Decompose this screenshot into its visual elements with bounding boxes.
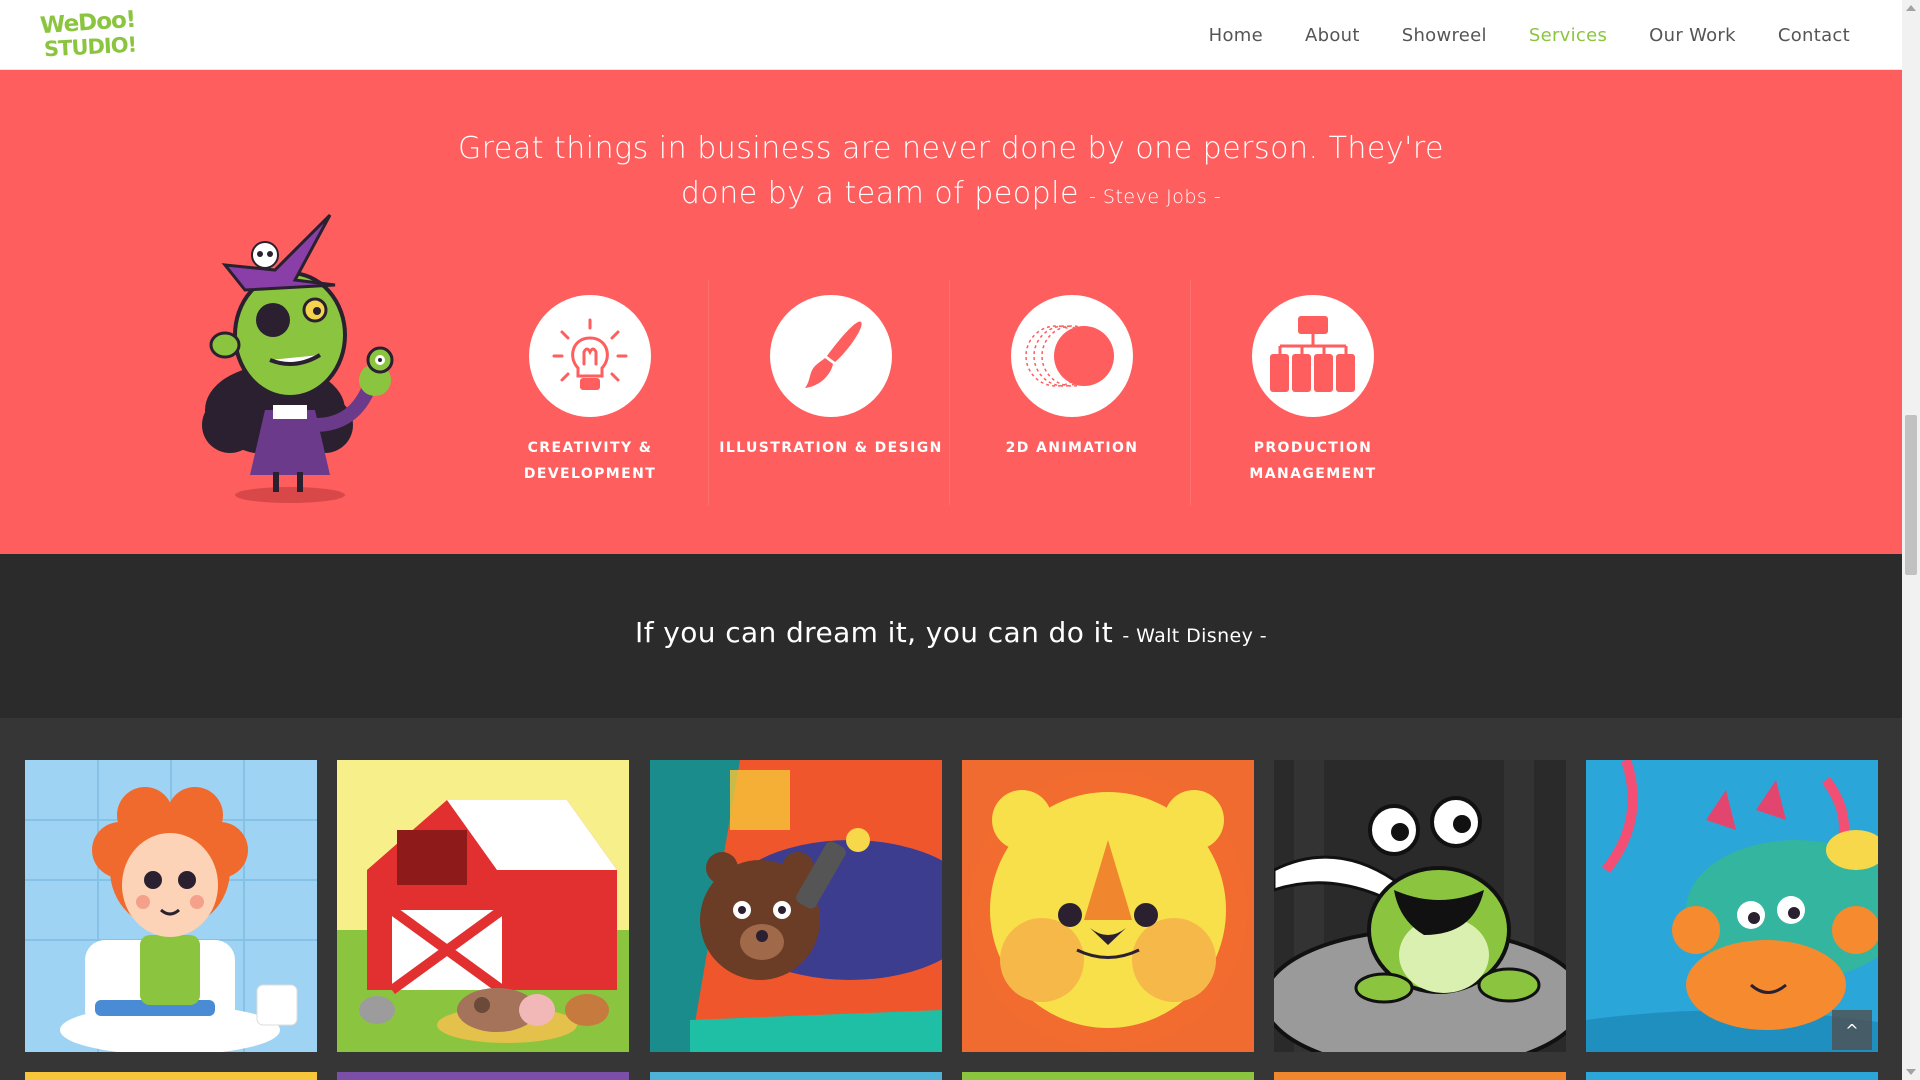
gallery-tile-row2[interactable] — [337, 1072, 629, 1080]
gallery-tile-row2[interactable] — [1274, 1072, 1566, 1080]
potty-boy-illustration — [25, 760, 317, 1052]
service-label: PRODUCTION MANAGEMENT — [1193, 435, 1433, 487]
wedoo-studio-logo[interactable]: WeDoo! STUDIO! — [38, 7, 137, 62]
service-label-line-1: ILLUSTRATION & DESIGN — [719, 440, 943, 456]
bear-flashlight-illustration — [650, 760, 942, 1052]
service-circle — [1011, 295, 1133, 417]
witch-character-illustration — [202, 213, 394, 503]
frog-illustration — [1274, 760, 1566, 1052]
service-label-line-1: 2D ANIMATION — [1005, 440, 1139, 456]
service-production[interactable]: PRODUCTION MANAGEMENT — [1193, 295, 1433, 487]
page-scrollbar[interactable] — [1902, 0, 1920, 1080]
scroll-to-top-button[interactable]: ^ — [1832, 1010, 1872, 1050]
service-divider — [1190, 280, 1191, 505]
service-label: 2D ANIMATION — [952, 435, 1192, 461]
gallery-tile-crab[interactable] — [1586, 760, 1878, 1052]
farm-barn-illustration — [337, 760, 629, 1052]
services-section: Great things in business are never done … — [0, 70, 1902, 554]
animation-icon — [1025, 325, 1114, 387]
service-label: CREATIVITY & DEVELOPMENT — [470, 435, 710, 487]
service-label-line-2: MANAGEMENT — [1249, 466, 1377, 482]
service-label-line-1: PRODUCTION — [1253, 440, 1373, 456]
org-chart-icon — [1270, 316, 1355, 392]
scroll-down-arrow-icon[interactable] — [1906, 1069, 1916, 1075]
service-label: ILLUSTRATION & DESIGN — [711, 435, 951, 461]
disney-quote: If you can dream it, you can do it - Wal… — [0, 616, 1902, 649]
gallery-tile-row2[interactable] — [962, 1072, 1254, 1080]
nav-showreel[interactable]: Showreel — [1402, 25, 1487, 46]
lion-face-illustration — [962, 760, 1254, 1052]
chevron-up-icon: ^ — [1845, 1020, 1859, 1040]
service-circle — [770, 295, 892, 417]
nav-contact[interactable]: Contact — [1778, 25, 1850, 46]
portfolio-gallery — [0, 718, 1902, 1080]
gallery-tile-frog[interactable] — [1274, 760, 1566, 1052]
nav-about[interactable]: About — [1305, 25, 1360, 46]
service-circle — [529, 295, 651, 417]
quote-band: If you can dream it, you can do it - Wal… — [0, 554, 1902, 718]
gallery-tile-farm-barn[interactable] — [337, 760, 629, 1052]
service-label-line-1: CREATIVITY & — [527, 440, 653, 456]
gallery-tile-lion[interactable] — [962, 760, 1254, 1052]
nav-home[interactable]: Home — [1209, 25, 1263, 46]
paintbrush-icon — [805, 321, 862, 388]
disney-quote-author: - Walt Disney - — [1122, 625, 1267, 647]
main-nav: Home About Showreel Services Our Work Co… — [1167, 0, 1850, 70]
quote-line-2: done by a team of people — [680, 176, 1079, 211]
disney-quote-text: If you can dream it, you can do it — [635, 616, 1114, 649]
scrollbar-thumb[interactable] — [1905, 415, 1917, 575]
services-quote: Great things in business are never done … — [0, 126, 1902, 220]
gallery-tile-row2[interactable] — [25, 1072, 317, 1080]
service-2d-animation[interactable]: 2D ANIMATION — [952, 295, 1192, 461]
lightbulb-icon — [552, 318, 628, 390]
logo-line-2: STUDIO! — [43, 32, 137, 62]
gallery-tile-row2[interactable] — [1586, 1072, 1878, 1080]
nav-our-work[interactable]: Our Work — [1649, 25, 1736, 46]
gallery-tile-bear-flashlight[interactable] — [650, 760, 942, 1052]
quote-author: - Steve Jobs - — [1089, 186, 1222, 208]
service-creativity[interactable]: CREATIVITY & DEVELOPMENT — [470, 295, 710, 487]
quote-line-1: Great things in business are never done … — [457, 131, 1445, 166]
service-illustration[interactable]: ILLUSTRATION & DESIGN — [711, 295, 951, 461]
scroll-up-arrow-icon[interactable] — [1906, 5, 1916, 11]
nav-services[interactable]: Services — [1529, 25, 1607, 46]
gallery-tile-potty-boy[interactable] — [25, 760, 317, 1052]
crab-illustration — [1586, 760, 1878, 1052]
site-header: WeDoo! STUDIO! Home About Showreel Servi… — [0, 0, 1902, 70]
service-label-line-2: DEVELOPMENT — [523, 466, 657, 482]
gallery-tile-row2[interactable] — [650, 1072, 942, 1080]
service-circle — [1252, 295, 1374, 417]
service-divider — [949, 280, 950, 505]
service-divider — [708, 280, 709, 505]
